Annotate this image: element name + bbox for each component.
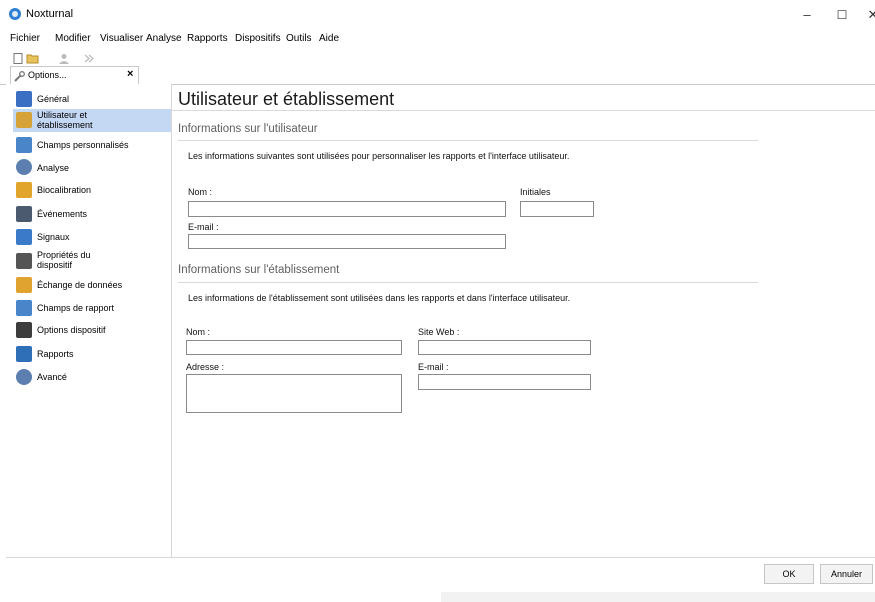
menu-aide[interactable]: Aide (319, 33, 339, 44)
user-section-description: Les informations suivantes sont utilisée… (188, 151, 570, 161)
tab-close-icon[interactable]: × (127, 68, 133, 80)
sidebar-item-label: Champs personnalisés (37, 140, 129, 150)
menu-modifier[interactable]: Modifier (55, 33, 91, 44)
institution-email-input[interactable] (418, 374, 591, 390)
footer-divider (6, 557, 875, 558)
institution-section-description: Les informations de l'établissement sont… (188, 293, 571, 303)
institution-section-title: Informations sur l'établissement (178, 264, 340, 276)
sidebar-item-label: Options dispositif (37, 325, 106, 335)
report-fields-icon (16, 300, 32, 316)
initials-label: Initiales (520, 187, 551, 197)
close-button[interactable]: ✕ (862, 6, 875, 24)
open-folder-icon[interactable] (26, 51, 39, 64)
window-title: Noxturnal (26, 8, 74, 20)
institution-name-input[interactable] (186, 340, 402, 355)
device-properties-icon (16, 253, 32, 269)
sidebar-item-signaux[interactable]: Signaux (13, 227, 171, 247)
maximize-button[interactable]: ☐ (831, 6, 853, 24)
app-logo-icon (9, 8, 21, 20)
advanced-gears-icon (16, 369, 32, 385)
page-title: Utilisateur et établissement (178, 89, 395, 109)
analysis-gears-icon (16, 159, 32, 175)
device-options-icon (16, 322, 32, 338)
reports-icon (16, 346, 32, 362)
sidebar-item-custom-fields[interactable]: Champs personnalisés (13, 135, 171, 155)
sidebar-item-general[interactable]: Général (13, 89, 171, 109)
tools-icon (14, 69, 25, 82)
menu-rapports[interactable]: Rapports (187, 33, 228, 44)
user-icon[interactable] (58, 51, 70, 64)
forward-icon[interactable] (83, 51, 95, 63)
address-label: Adresse : (186, 362, 225, 372)
user-name-label: Nom : (188, 187, 213, 197)
title-bar (0, 0, 875, 30)
user-section-title: Informations sur l'utilisateur (178, 123, 318, 135)
sidebar-item-label: Utilisateur et établissement (37, 110, 93, 130)
sidebar-item-label: Champs de rapport (37, 303, 115, 313)
status-strip (441, 592, 875, 602)
sidebar-item-label: Biocalibration (37, 185, 92, 195)
address-textarea[interactable] (186, 374, 402, 413)
sidebar-item-evenements[interactable]: Événements (13, 204, 171, 224)
user-section-divider (178, 140, 758, 141)
institution-email-label: E-mail : (418, 362, 449, 372)
user-card-icon (16, 112, 32, 128)
sidebar-item-report-fields[interactable]: Champs de rapport (13, 298, 171, 318)
sidebar-item-biocalibration[interactable]: Biocalibration (13, 180, 171, 200)
institution-name-label: Nom : (186, 327, 211, 337)
custom-fields-icon (16, 137, 32, 153)
sidebar-item-data-exchange[interactable]: Échange de données (13, 275, 171, 295)
signals-icon (16, 229, 32, 245)
title-divider (172, 110, 875, 111)
menu-visualiser[interactable]: Visualiser (100, 33, 143, 44)
user-name-input[interactable] (188, 201, 506, 217)
general-settings-icon (16, 91, 32, 107)
sidebar-item-label: Avancé (37, 372, 67, 382)
sidebar-item-device-options[interactable]: Options dispositif (13, 320, 171, 340)
sidebar-item-rapports[interactable]: Rapports (13, 344, 171, 364)
menu-fichier[interactable]: Fichier (10, 33, 40, 44)
menu-dispositifs[interactable]: Dispositifs (235, 33, 281, 44)
user-email-input[interactable] (188, 234, 506, 249)
events-icon (16, 206, 32, 222)
options-sidebar: Général Utilisateur et établissement Cha… (6, 84, 172, 557)
sidebar-item-avance[interactable]: Avancé (13, 367, 171, 387)
sidebar-item-device-properties[interactable]: Propriétés du dispositif (13, 249, 171, 273)
institution-section-divider (178, 282, 758, 283)
sidebar-item-label: Échange de données (37, 280, 123, 290)
initials-input[interactable] (520, 201, 594, 217)
new-document-icon[interactable] (12, 51, 24, 64)
sidebar-item-user-institution[interactable]: Utilisateur et établissement (13, 109, 171, 132)
tab-label: Options... (28, 70, 67, 80)
sidebar-item-label: Propriétés du dispositif (37, 250, 91, 270)
sidebar-item-label: Rapports (37, 349, 74, 359)
website-input[interactable] (418, 340, 591, 355)
biocalibration-icon (16, 182, 32, 198)
menu-outils[interactable]: Outils (286, 33, 312, 44)
minimize-button[interactable]: – (796, 6, 818, 24)
sidebar-item-label: Signaux (37, 232, 70, 242)
sidebar-item-analyse[interactable]: Analyse (13, 157, 171, 177)
user-email-label: E-mail : (188, 222, 219, 232)
sidebar-item-label: Général (37, 94, 70, 104)
data-exchange-icon (16, 277, 32, 293)
website-label: Site Web : (418, 327, 460, 337)
menu-analyse[interactable]: Analyse (146, 33, 182, 44)
ok-button[interactable]: OK (764, 564, 814, 584)
sidebar-item-label: Événements (37, 209, 88, 219)
sidebar-item-label: Analyse (37, 163, 70, 173)
cancel-button[interactable]: Annuler (820, 564, 873, 584)
